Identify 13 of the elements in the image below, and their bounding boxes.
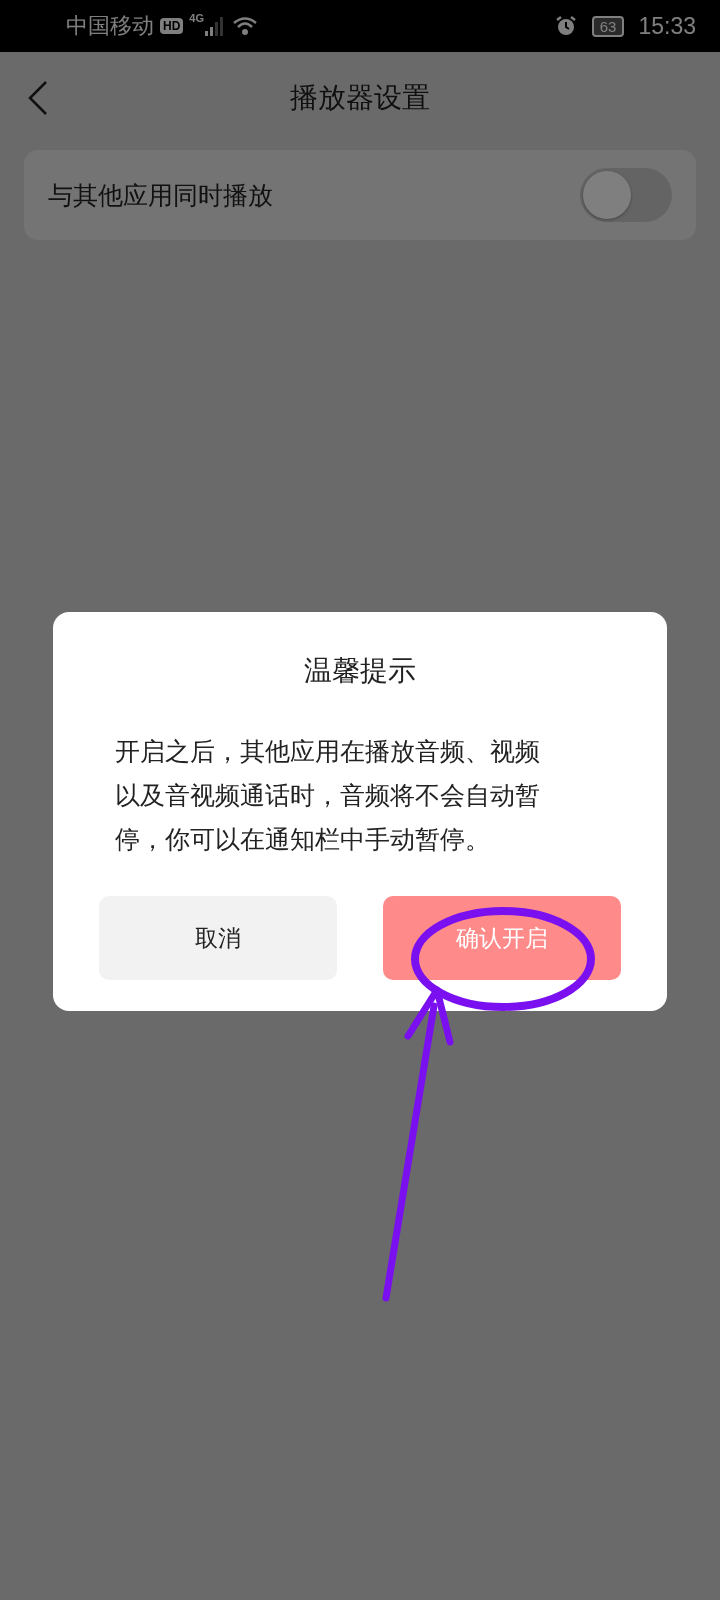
carrier-name: 中国移动 bbox=[66, 12, 154, 40]
network-type: 4G bbox=[189, 12, 205, 24]
dialog-title: 温馨提示 bbox=[303, 653, 417, 689]
hd-badge: HD bbox=[160, 18, 184, 34]
clock-time: 15:33 bbox=[638, 12, 696, 40]
page-title: 播放器设置 bbox=[290, 80, 430, 116]
back-icon[interactable] bbox=[26, 80, 50, 116]
cancel-button[interactable]: 取消 bbox=[99, 896, 337, 980]
wifi-icon bbox=[232, 15, 259, 37]
battery-level: 63 bbox=[591, 15, 625, 37]
dialog-message: 开启之后，其他应用在播放音频、视频以及音视频通话时，音频将不会自动暂停，你可以在通知栏中手动暂停。 bbox=[115, 736, 541, 856]
setting-label: 与其他应用同时播放 bbox=[48, 179, 273, 212]
toggle-switch[interactable] bbox=[580, 168, 672, 222]
